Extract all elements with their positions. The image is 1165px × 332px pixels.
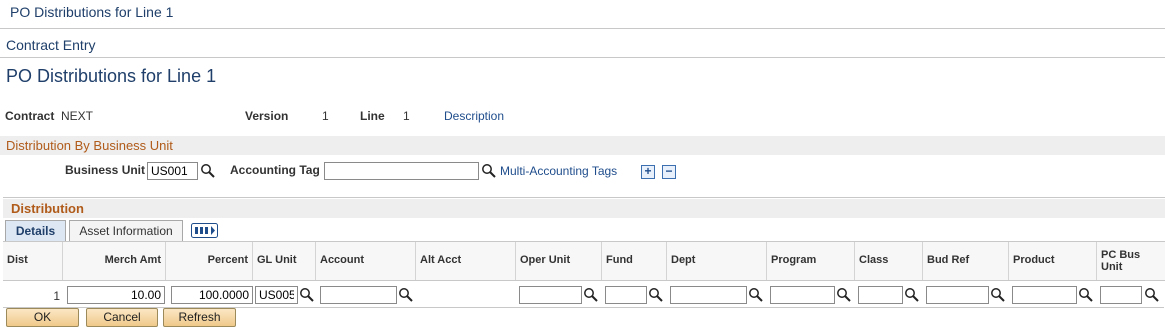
column-header-gl-unit[interactable]: GL Unit xyxy=(253,242,316,280)
dist-by-bu-title: Distribution By Business Unit xyxy=(6,138,173,153)
column-header-account[interactable]: Account xyxy=(316,242,416,280)
contract-label: Contract xyxy=(5,109,55,123)
column-header-dept[interactable]: Dept xyxy=(667,242,767,280)
divider xyxy=(0,57,1165,58)
gl-unit-input[interactable] xyxy=(255,286,298,304)
business-unit-label: Business Unit xyxy=(65,163,146,177)
refresh-button[interactable]: Refresh xyxy=(163,308,236,327)
oper-unit-lookup-icon[interactable] xyxy=(583,287,599,303)
line-value: 1 xyxy=(403,109,410,123)
column-header-bud-ref[interactable]: Bud Ref xyxy=(923,242,1009,280)
tab-asset-information[interactable]: Asset Information xyxy=(69,220,183,241)
column-header-pc-bus-unit[interactable]: PC Bus Unit xyxy=(1097,242,1165,280)
column-header-class[interactable]: Class xyxy=(855,242,923,280)
pc-bus-unit-input[interactable] xyxy=(1100,286,1142,304)
merch-amt-input[interactable] xyxy=(67,286,165,304)
column-header-merch-amt[interactable]: Merch Amt xyxy=(63,242,166,280)
distribution-title: Distribution xyxy=(11,201,84,216)
column-header-program[interactable]: Program xyxy=(767,242,855,280)
accounting-tag-lookup-icon[interactable] xyxy=(481,163,497,179)
show-all-columns-icon[interactable] xyxy=(191,223,218,238)
cancel-button[interactable]: Cancel xyxy=(86,308,158,327)
oper-unit-input[interactable] xyxy=(519,286,582,304)
fund-lookup-icon[interactable] xyxy=(648,287,664,303)
dept-input[interactable] xyxy=(670,286,747,304)
business-unit-input[interactable] xyxy=(147,162,198,180)
account-input[interactable] xyxy=(320,286,397,304)
product-lookup-icon[interactable] xyxy=(1078,287,1094,303)
page-title: PO Distributions for Line 1 xyxy=(6,66,217,86)
program-lookup-icon[interactable] xyxy=(836,287,852,303)
add-row-button[interactable]: + xyxy=(641,165,655,179)
column-header-alt-acct[interactable]: Alt Acct xyxy=(416,242,516,280)
column-header-percent[interactable]: Percent xyxy=(166,242,253,280)
ok-button[interactable]: OK xyxy=(6,308,79,327)
contract-value: NEXT xyxy=(61,109,94,123)
multi-accounting-tags-link[interactable]: Multi-Accounting Tags xyxy=(500,164,617,178)
product-input[interactable] xyxy=(1012,286,1077,304)
bud-ref-input[interactable] xyxy=(926,286,989,304)
column-header-oper-unit[interactable]: Oper Unit xyxy=(516,242,602,280)
account-lookup-icon[interactable] xyxy=(398,287,414,303)
class-input[interactable] xyxy=(858,286,903,304)
delete-row-button[interactable]: − xyxy=(662,165,676,179)
gl-unit-lookup-icon[interactable] xyxy=(299,287,315,303)
version-value: 1 xyxy=(322,109,329,123)
dist-by-bu-header: Distribution By Business Unit xyxy=(0,136,1165,155)
bud-ref-lookup-icon[interactable] xyxy=(990,287,1006,303)
window-title: PO Distributions for Line 1 xyxy=(10,4,174,20)
accounting-tag-input[interactable] xyxy=(324,162,479,180)
class-lookup-icon[interactable] xyxy=(904,287,920,303)
business-unit-lookup-icon[interactable] xyxy=(200,163,216,179)
fund-input[interactable] xyxy=(605,286,647,304)
accounting-tag-label: Accounting Tag xyxy=(230,163,320,177)
version-label: Version xyxy=(245,109,289,123)
tab-details[interactable]: Details xyxy=(5,220,66,241)
breadcrumb: Contract Entry xyxy=(6,37,96,53)
divider xyxy=(0,28,1165,29)
program-input[interactable] xyxy=(770,286,835,304)
divider xyxy=(3,197,1165,198)
cell-dist: 1 xyxy=(53,289,60,303)
line-label: Line xyxy=(360,109,385,123)
dept-lookup-icon[interactable] xyxy=(748,287,764,303)
column-header-dist[interactable]: Dist xyxy=(3,242,63,280)
percent-input[interactable] xyxy=(171,286,253,304)
column-header-product[interactable]: Product xyxy=(1009,242,1097,280)
pc-bus-unit-lookup-icon[interactable] xyxy=(1144,287,1160,303)
distribution-header: Distribution xyxy=(3,199,1165,218)
column-header-fund[interactable]: Fund xyxy=(602,242,667,280)
description-link[interactable]: Description xyxy=(444,109,504,123)
